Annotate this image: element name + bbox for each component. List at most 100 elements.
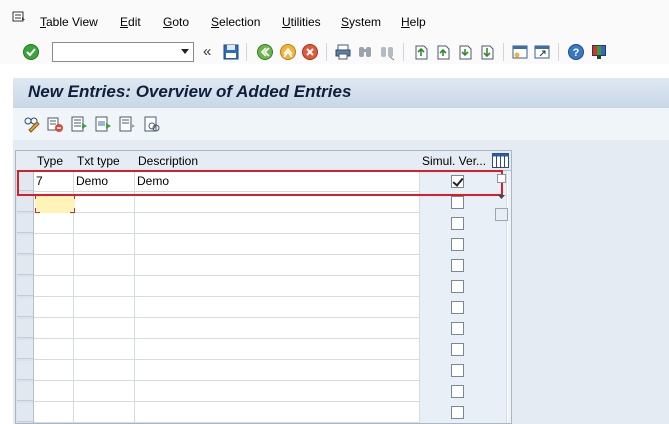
simul-ver-checkbox[interactable] [451, 238, 464, 251]
enter-icon[interactable] [22, 43, 40, 61]
column-settings-icon[interactable] [492, 153, 509, 168]
simul-ver-checkbox[interactable] [451, 280, 464, 293]
deselect-all-icon[interactable] [118, 115, 136, 133]
row-selector[interactable] [17, 403, 33, 422]
cell-description[interactable] [135, 255, 420, 276]
cell-simul-ver[interactable] [420, 318, 507, 339]
previous-page-icon[interactable] [434, 43, 452, 61]
simul-ver-checkbox[interactable] [451, 343, 464, 356]
cell-description[interactable] [135, 339, 420, 360]
simul-ver-checkbox[interactable] [451, 385, 464, 398]
cell-simul-ver[interactable] [420, 213, 507, 234]
save-icon[interactable] [222, 43, 240, 61]
row-selector[interactable] [17, 319, 33, 338]
cell-txt-type[interactable] [74, 318, 135, 339]
cell-txt-type[interactable] [74, 213, 135, 234]
variant-icon[interactable] [143, 115, 161, 133]
next-page-icon[interactable] [456, 43, 474, 61]
cell-type[interactable] [34, 234, 74, 255]
menu-table-view[interactable]: Table View [40, 15, 98, 29]
menu-goto[interactable]: Goto [163, 15, 189, 29]
row-selector[interactable] [17, 340, 33, 359]
cell-simul-ver[interactable] [420, 402, 507, 423]
vertical-scrollbar[interactable] [508, 171, 511, 423]
scroll-down-icon[interactable] [497, 190, 506, 199]
cell-txt-type[interactable] [74, 402, 135, 423]
find-icon[interactable] [356, 43, 374, 61]
print-icon[interactable] [334, 43, 352, 61]
cell-description[interactable] [135, 276, 420, 297]
row-selector[interactable] [17, 298, 33, 317]
first-page-icon[interactable] [412, 43, 430, 61]
cell-type[interactable] [34, 402, 74, 423]
cell-description[interactable] [135, 297, 420, 318]
cell-type[interactable] [34, 213, 74, 234]
exit-icon[interactable] [279, 43, 297, 61]
chevron-down-icon[interactable] [181, 49, 189, 54]
cell-type[interactable] [34, 381, 74, 402]
row-selector[interactable] [17, 256, 33, 275]
command-field[interactable] [52, 42, 194, 62]
menu-selection[interactable]: Selection [211, 15, 260, 29]
cell-simul-ver[interactable] [420, 339, 507, 360]
cell-type[interactable] [34, 255, 74, 276]
cell-txt-type[interactable] [74, 381, 135, 402]
simul-ver-checkbox[interactable] [451, 301, 464, 314]
cell-type[interactable] [34, 318, 74, 339]
menu-help[interactable]: Help [401, 15, 426, 29]
cell-txt-type[interactable] [74, 339, 135, 360]
simul-ver-checkbox[interactable] [451, 259, 464, 272]
row-selector[interactable] [17, 361, 33, 380]
delete-icon[interactable] [46, 115, 64, 133]
column-header-txt-type[interactable]: Txt type [77, 154, 120, 168]
simul-ver-checkbox[interactable] [451, 196, 464, 209]
row-selector[interactable] [17, 214, 33, 233]
scroll-up-icon[interactable] [497, 172, 506, 183]
scroll-thumb[interactable] [495, 208, 508, 221]
cell-type[interactable] [34, 297, 74, 318]
row-selector[interactable] [17, 382, 33, 401]
last-page-icon[interactable] [478, 43, 496, 61]
cell-description[interactable] [135, 381, 420, 402]
cancel-icon[interactable] [301, 43, 319, 61]
cell-description[interactable] [135, 402, 420, 423]
display-change-icon[interactable] [23, 115, 41, 133]
active-input-cell[interactable] [35, 194, 75, 213]
column-header-simul-ver[interactable]: Simul. Ver... [422, 154, 486, 168]
cell-simul-ver[interactable] [420, 360, 507, 381]
cell-description[interactable] [135, 234, 420, 255]
select-all-icon[interactable] [70, 115, 88, 133]
column-header-type[interactable]: Type [37, 154, 63, 168]
shortcut-icon[interactable] [533, 43, 551, 61]
cell-txt-type[interactable] [74, 255, 135, 276]
create-session-icon[interactable] [511, 43, 529, 61]
menu-icon[interactable] [12, 11, 26, 23]
cell-description[interactable] [135, 318, 420, 339]
simul-ver-checkbox[interactable] [451, 322, 464, 335]
select-block-icon[interactable] [94, 115, 112, 133]
cell-description[interactable] [135, 213, 420, 234]
column-header-description[interactable]: Description [138, 154, 198, 168]
back-icon[interactable] [256, 43, 274, 61]
row-selector[interactable] [17, 235, 33, 254]
customize-layout-icon[interactable] [590, 43, 608, 61]
cell-txt-type[interactable] [74, 360, 135, 381]
menu-utilities[interactable]: Utilities [282, 15, 321, 29]
cell-simul-ver[interactable] [420, 297, 507, 318]
cell-txt-type[interactable] [74, 234, 135, 255]
cell-description[interactable] [135, 360, 420, 381]
cell-simul-ver[interactable] [420, 255, 507, 276]
simul-ver-checkbox[interactable] [451, 406, 464, 419]
cell-type[interactable] [34, 339, 74, 360]
help-icon[interactable]: ? [567, 43, 585, 61]
cell-type[interactable] [34, 360, 74, 381]
row-selector[interactable] [17, 277, 33, 296]
cell-simul-ver[interactable] [420, 276, 507, 297]
command-input[interactable] [53, 43, 173, 61]
cell-simul-ver[interactable] [420, 234, 507, 255]
find-next-icon[interactable] [378, 43, 396, 61]
cell-type[interactable] [34, 276, 74, 297]
simul-ver-checkbox[interactable] [451, 217, 464, 230]
cell-txt-type[interactable] [74, 297, 135, 318]
menu-system[interactable]: System [341, 15, 381, 29]
